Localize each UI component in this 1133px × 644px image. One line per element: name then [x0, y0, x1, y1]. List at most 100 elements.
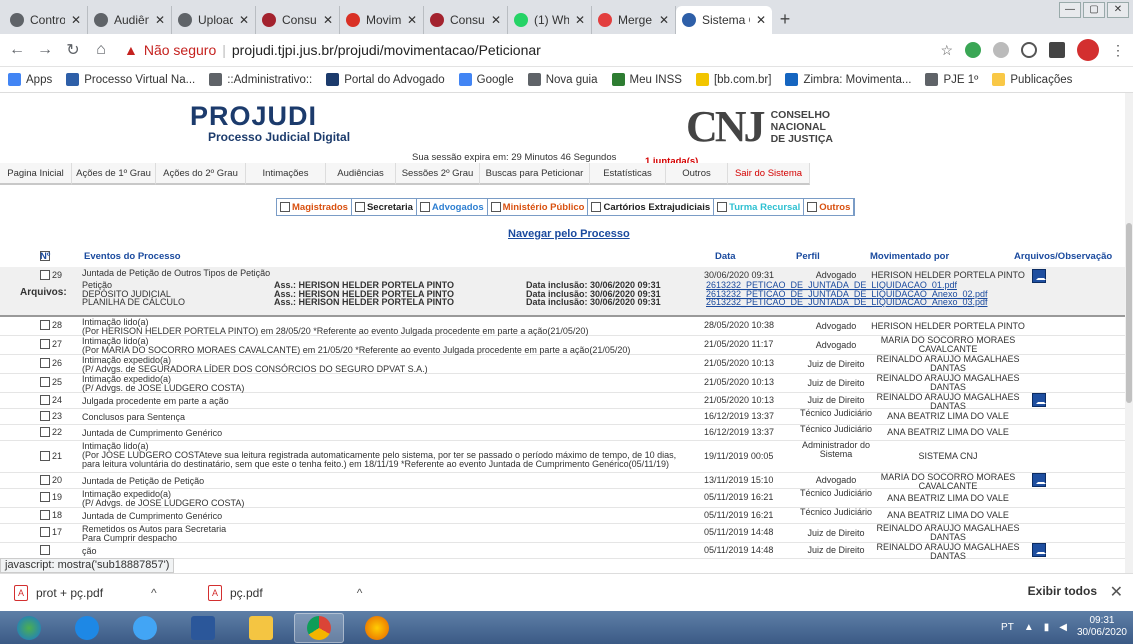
tab-close-icon[interactable]: ✕: [407, 13, 417, 27]
download-item[interactable]: A pç.pdf ^: [208, 584, 402, 601]
bookmark-item[interactable]: PJE 1º: [925, 73, 978, 86]
tab-close-icon[interactable]: ✕: [155, 13, 165, 27]
tab-close-icon[interactable]: ✕: [659, 13, 669, 27]
menu-item[interactable]: Intimações: [246, 163, 326, 185]
profile-filter[interactable]: Advogados: [417, 199, 488, 215]
browser-tab[interactable]: Controle de ✕: [4, 6, 88, 34]
url-field[interactable]: ▲ Não seguro | projudi.tjpi.jus.br/proju…: [120, 37, 930, 63]
tab-close-icon[interactable]: ✕: [575, 13, 585, 27]
filter-checkbox[interactable]: [717, 202, 728, 212]
profile-filter[interactable]: Magistrados: [277, 199, 352, 215]
tab-close-icon[interactable]: ✕: [323, 13, 333, 27]
tab-close-icon[interactable]: ✕: [491, 13, 501, 27]
puzzle-icon[interactable]: [1049, 42, 1065, 58]
menu-item[interactable]: Estatísticas: [590, 163, 666, 185]
filter-checkbox[interactable]: [280, 202, 290, 212]
row-checkbox[interactable]: [40, 339, 50, 349]
browser-tab[interactable]: Consulta pr ✕: [424, 6, 508, 34]
clock[interactable]: 09:31 30/06/2020: [1077, 615, 1127, 639]
bookmark-item[interactable]: ::Administrativo::: [209, 73, 312, 86]
download-icon[interactable]: [1032, 269, 1046, 283]
browser-tab[interactable]: Consulta pr ✕: [256, 6, 340, 34]
download-item[interactable]: A prot + pç.pdf ^: [14, 584, 208, 601]
profile-filter[interactable]: Cartórios Extrajudiciais: [588, 199, 715, 215]
browser-tab[interactable]: (1) WhatsAp ✕: [508, 6, 592, 34]
bookmark-item[interactable]: Apps: [8, 73, 52, 86]
row-checkbox[interactable]: [40, 377, 50, 387]
download-icon[interactable]: [1032, 472, 1046, 487]
taskbar-app[interactable]: [120, 613, 170, 643]
back-icon[interactable]: ←: [8, 41, 26, 59]
profile-filter[interactable]: Ministério Público: [488, 199, 589, 215]
row-checkbox[interactable]: [40, 509, 50, 520]
bookmark-item[interactable]: Processo Virtual Na...: [66, 73, 195, 86]
filter-checkbox[interactable]: [807, 202, 818, 212]
row-checkbox[interactable]: [40, 270, 50, 280]
attachment-link[interactable]: 2613232_PETICAO_DE_JUNTADA_DE_LIQUIDACAO…: [706, 298, 987, 307]
maximize-button[interactable]: ▢: [1083, 2, 1105, 18]
row-checkbox[interactable]: [40, 544, 50, 555]
browser-tab[interactable]: Movimenta ✕: [340, 6, 424, 34]
bookmark-item[interactable]: Portal do Advogado: [326, 73, 445, 86]
menu-item[interactable]: Outros: [666, 163, 728, 185]
browser-tab[interactable]: Upload ✕: [172, 6, 256, 34]
row-checkbox[interactable]: [40, 474, 50, 485]
forward-icon[interactable]: →: [36, 41, 54, 59]
menu-dots-icon[interactable]: ⋮: [1111, 42, 1125, 58]
bookmark-item[interactable]: Zimbra: Movimenta...: [785, 73, 911, 86]
menu-item[interactable]: Pagina Inicial: [0, 163, 72, 185]
taskbar-chrome[interactable]: [294, 612, 344, 643]
filter-checkbox[interactable]: [490, 202, 501, 212]
row-checkbox[interactable]: [40, 358, 50, 368]
taskbar-word[interactable]: [178, 613, 228, 643]
row-checkbox[interactable]: [40, 320, 50, 330]
row-checkbox[interactable]: [40, 394, 50, 405]
chevron-up-icon[interactable]: ^: [357, 586, 363, 600]
row-checkbox[interactable]: [40, 492, 50, 502]
download-icon[interactable]: [1032, 392, 1046, 407]
close-window-button[interactable]: ✕: [1107, 2, 1129, 18]
menu-item[interactable]: Buscas para Peticionar: [480, 163, 590, 185]
filter-checkbox[interactable]: [354, 202, 365, 212]
start-button[interactable]: [4, 613, 54, 643]
circle-extension-icon[interactable]: [1021, 42, 1037, 58]
profile-filter[interactable]: Turma Recursal: [714, 199, 805, 215]
row-checkbox[interactable]: [40, 450, 50, 461]
bookmark-item[interactable]: Meu INSS: [611, 73, 682, 86]
download-icon[interactable]: [1032, 542, 1046, 557]
minimize-button[interactable]: —: [1059, 2, 1081, 18]
chevron-up-icon[interactable]: ^: [151, 586, 157, 600]
network-icon[interactable]: ▮: [1044, 622, 1050, 633]
taskbar-explorer[interactable]: [236, 613, 286, 643]
show-all-button[interactable]: Exibir todos: [1028, 584, 1097, 598]
profile-filter[interactable]: Outros: [804, 199, 855, 215]
star-icon[interactable]: ☆: [940, 42, 953, 58]
show-hidden-icons[interactable]: ▲: [1024, 622, 1034, 633]
new-tab-button[interactable]: +: [772, 6, 798, 34]
row-checkbox[interactable]: [40, 527, 50, 537]
tab-close-icon[interactable]: ✕: [71, 13, 81, 27]
dpvat-extension-icon[interactable]: [1077, 39, 1099, 61]
navigate-process-link[interactable]: Navegar pelo Processo: [508, 228, 630, 240]
browser-tab[interactable]: Sistema CN ✕: [676, 6, 772, 34]
menu-item[interactable]: Audiências: [326, 163, 396, 185]
taskbar-ie[interactable]: [62, 613, 112, 643]
page-scrollbar[interactable]: [1125, 93, 1133, 573]
shield-extension-icon[interactable]: [965, 42, 981, 58]
menu-item[interactable]: Sair do Sistema: [728, 163, 810, 185]
tab-close-icon[interactable]: ✕: [756, 13, 766, 27]
bookmark-item[interactable]: Publicações: [992, 73, 1072, 86]
bookmark-item[interactable]: Google: [458, 73, 514, 86]
tab-close-icon[interactable]: ✕: [239, 13, 249, 27]
taskbar-firefox[interactable]: [352, 613, 402, 643]
filter-checkbox[interactable]: [591, 202, 602, 212]
scrollbar-thumb[interactable]: [1126, 223, 1132, 403]
bookmark-item[interactable]: Nova guia: [527, 73, 598, 86]
menu-item[interactable]: Ações de 1º Grau: [72, 163, 156, 185]
reload-icon[interactable]: ↻: [64, 40, 82, 60]
browser-tab[interactable]: Merge PDF ✕: [592, 6, 676, 34]
menu-item[interactable]: Sessões 2º Grau: [396, 163, 480, 185]
row-checkbox[interactable]: [40, 410, 50, 421]
language-indicator[interactable]: PT: [1001, 622, 1014, 633]
row-checkbox[interactable]: [40, 426, 50, 437]
